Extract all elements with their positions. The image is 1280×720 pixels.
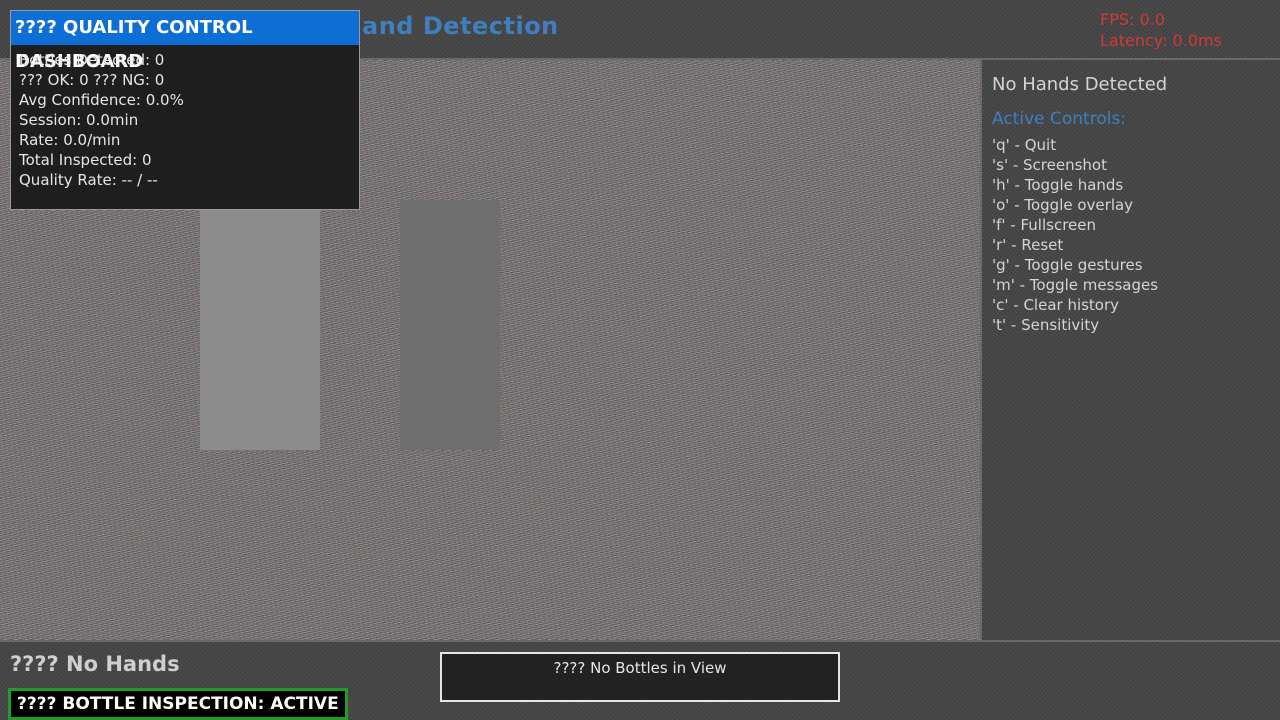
control-toggle-gestures: 'g' - Toggle gestures (992, 256, 1143, 274)
control-screenshot: 's' - Screenshot (992, 156, 1107, 174)
control-toggle-overlay: 'o' - Toggle overlay (992, 196, 1134, 214)
stat-rate: Rate: 0.0/min (19, 131, 121, 149)
control-fullscreen: 'f' - Fullscreen (992, 216, 1096, 234)
right-panel: No Hands Detected Active Controls: 'q' -… (980, 60, 1280, 640)
bottle-shape-right (400, 200, 500, 450)
control-reset: 'r' - Reset (992, 236, 1064, 254)
app-title: and Detection (362, 12, 559, 40)
bottom-bar: ???? No Hands ???? BOTTLE INSPECTION: AC… (0, 640, 1280, 720)
inspection-status-badge: ???? BOTTLE INSPECTION: ACTIVE (8, 688, 348, 720)
control-toggle-messages: 'm' - Toggle messages (992, 276, 1159, 294)
controls-title: Active Controls: (992, 109, 1127, 129)
quality-control-dashboard: ???? QUALITY CONTROL DASHBOARD Bottles D… (10, 10, 360, 210)
stat-ok-ng: ??? OK: 0 ??? NG: 0 (19, 71, 165, 89)
hands-indicator: ???? No Hands (10, 652, 180, 676)
hands-status: No Hands Detected (992, 74, 1168, 95)
stat-total-inspected: Total Inspected: 0 (19, 151, 152, 169)
bottle-view-status: ???? No Bottles in View (440, 652, 840, 702)
control-toggle-hands: 'h' - Toggle hands (992, 176, 1124, 194)
control-sensitivity: 't' - Sensitivity (992, 316, 1100, 334)
control-quit: 'q' - Quit (992, 136, 1057, 154)
bottle-shape-left (200, 200, 320, 450)
stat-quality-rate: Quality Rate: -- / -- (19, 171, 158, 189)
control-clear-history: 'c' - Clear history (992, 296, 1120, 314)
stat-bottles-detected: Bottles Detected: 0 (19, 51, 165, 69)
latency-readout: Latency: 0.0ms (1100, 31, 1222, 50)
stat-avg-confidence: Avg Confidence: 0.0% (19, 91, 184, 109)
fps-readout: FPS: 0.0 (1100, 10, 1165, 29)
dashboard-title: ???? QUALITY CONTROL DASHBOARD (11, 11, 359, 72)
stat-session: Session: 0.0min (19, 111, 139, 129)
